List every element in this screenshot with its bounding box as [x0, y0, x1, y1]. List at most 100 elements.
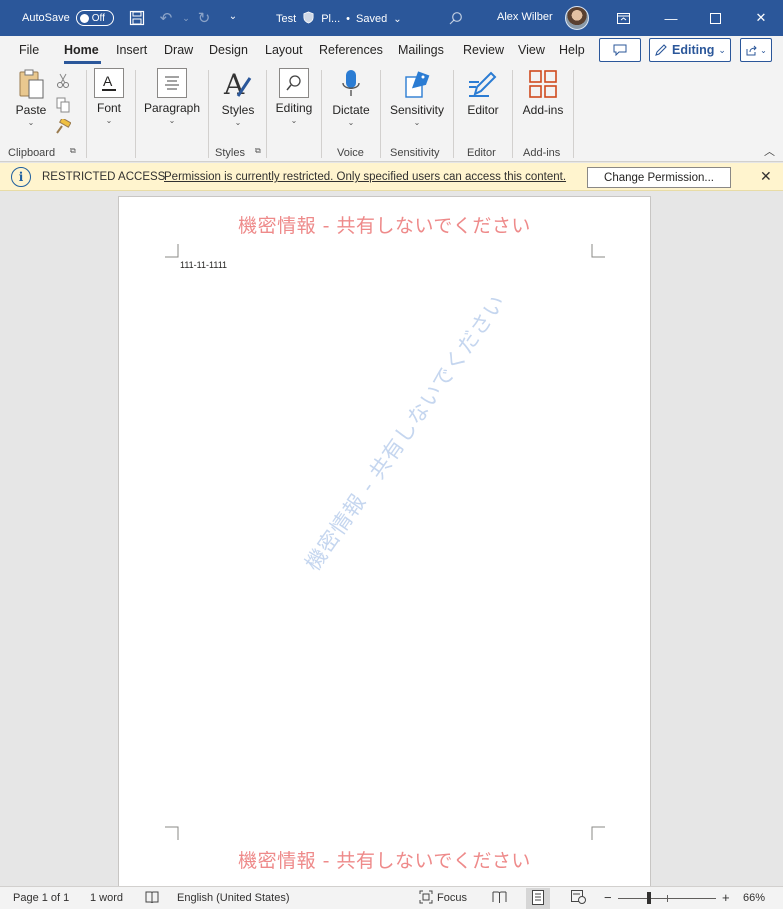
search-icon[interactable]: [446, 8, 466, 28]
voice-group: Dictate ⌄ Voice: [322, 66, 380, 162]
share-icon: [746, 45, 757, 55]
editing-button[interactable]: Editing ⌄: [273, 68, 315, 125]
font-icon: A: [94, 68, 124, 98]
tab-layout[interactable]: Layout: [265, 43, 303, 57]
paragraph-icon: [157, 68, 187, 98]
autosave-toggle[interactable]: Off: [75, 10, 114, 26]
document-page[interactable]: 機密情報 - 共有しないでください 111-11-1111 機密情報 - 共有し…: [118, 196, 651, 886]
cut-icon[interactable]: [54, 72, 72, 90]
format-painter-icon[interactable]: [54, 118, 72, 136]
document-canvas[interactable]: 機密情報 - 共有しないでください 111-11-1111 機密情報 - 共有し…: [0, 191, 783, 886]
chevron-down-icon: ⌄: [393, 13, 402, 25]
collapse-ribbon-icon[interactable]: ︿: [764, 143, 775, 159]
addins-icon: [527, 68, 559, 100]
bullet-icon: •: [346, 13, 350, 25]
customize-toolbar-icon[interactable]: ⌄: [223, 6, 243, 26]
tab-design[interactable]: Design: [209, 43, 248, 57]
pencil-icon: [655, 44, 667, 56]
svg-text:A: A: [223, 68, 245, 100]
tab-help[interactable]: Help: [559, 43, 585, 57]
word-count[interactable]: 1 word: [90, 892, 123, 904]
tab-file[interactable]: File: [19, 43, 39, 57]
crop-mark: [591, 244, 605, 258]
page-count[interactable]: Page 1 of 1: [13, 892, 69, 904]
chevron-down-icon: ⌄: [347, 118, 355, 127]
permission-message-link[interactable]: Permission is currently restricted. Only…: [164, 171, 566, 183]
addins-label: Add-ins: [522, 103, 564, 117]
editing-mode-button[interactable]: Editing ⌄: [649, 38, 731, 62]
diagonal-watermark: 機密情報 - 共有しないでください: [300, 289, 511, 576]
autosave-label: AutoSave: [22, 12, 70, 24]
change-permission-button[interactable]: Change Permission...: [587, 167, 731, 188]
chevron-down-icon: ⌄: [27, 118, 35, 127]
paragraph-label: Paragraph: [143, 101, 201, 115]
undo-dropdown-icon[interactable]: ⌄: [176, 8, 196, 28]
ribbon-display-options-icon[interactable]: [612, 8, 634, 28]
avatar[interactable]: [565, 6, 589, 30]
user-name[interactable]: Alex Wilber: [497, 11, 553, 23]
dictate-button[interactable]: Dictate ⌄: [329, 68, 373, 127]
print-layout-icon[interactable]: [532, 890, 544, 908]
tab-mailings[interactable]: Mailings: [398, 43, 444, 57]
tab-review[interactable]: Review: [463, 43, 504, 57]
chevron-down-icon: ⌄: [290, 116, 298, 125]
language[interactable]: English (United States): [177, 892, 290, 904]
paste-icon: [15, 68, 47, 100]
tab-insert[interactable]: Insert: [116, 43, 147, 57]
copy-icon[interactable]: [54, 96, 72, 114]
info-icon: i: [11, 167, 31, 187]
zoom-slider-thumb[interactable]: [647, 892, 651, 904]
addins-group-label: Add-ins: [523, 147, 561, 159]
zoom-level[interactable]: 66%: [743, 892, 765, 904]
zoom-in-button[interactable]: +: [722, 890, 730, 905]
save-status: Saved: [356, 13, 388, 25]
zoom-out-button[interactable]: −: [604, 890, 612, 905]
close-icon[interactable]: ✕: [750, 8, 772, 28]
comments-button[interactable]: [599, 38, 641, 62]
share-button[interactable]: ⌄: [740, 38, 772, 62]
group-separator: [573, 70, 574, 158]
shield-icon: [302, 11, 315, 27]
sensitivity-label: Pl...: [321, 13, 341, 25]
clipboard-group-label: Clipboard: [8, 147, 56, 159]
autosave-control[interactable]: AutoSave Off: [22, 10, 114, 26]
editor-button[interactable]: Editor: [462, 68, 504, 117]
editor-group: Editor Editor: [454, 66, 512, 162]
tab-references[interactable]: References: [319, 43, 383, 57]
editing-mode-label: Editing: [672, 43, 715, 57]
sensitivity-label: Sensitivity: [389, 103, 445, 117]
save-icon[interactable]: [127, 8, 147, 28]
focus-icon[interactable]: [419, 890, 433, 907]
font-button[interactable]: A Font ⌄: [92, 68, 126, 125]
paste-label: Paste: [15, 103, 47, 117]
focus-label[interactable]: Focus: [437, 892, 467, 904]
styles-button[interactable]: A Styles ⌄: [219, 68, 257, 127]
redo-icon[interactable]: ↻: [194, 8, 214, 28]
close-icon[interactable]: ✕: [760, 168, 772, 185]
editor-group-label: Editor: [467, 147, 496, 159]
minimize-icon[interactable]: —: [660, 8, 682, 28]
paragraph-button[interactable]: Paragraph ⌄: [143, 68, 201, 125]
read-mode-icon[interactable]: [492, 890, 507, 907]
tab-home[interactable]: Home: [64, 43, 99, 57]
tab-view[interactable]: View: [518, 43, 545, 57]
maximize-icon[interactable]: [704, 8, 726, 28]
undo-icon[interactable]: ↶: [156, 8, 176, 28]
toggle-knob: [79, 13, 89, 23]
doc-name: Test: [276, 13, 297, 25]
paste-button[interactable]: Paste ⌄: [11, 68, 51, 127]
message-title: RESTRICTED ACCESS: [42, 171, 166, 183]
autosave-state: Off: [91, 12, 105, 24]
dialog-launcher-icon[interactable]: ⧉: [255, 146, 261, 156]
styles-label: Styles: [221, 103, 255, 117]
proofing-icon[interactable]: [145, 890, 159, 907]
addins-button[interactable]: Add-ins: [521, 68, 565, 117]
web-layout-icon[interactable]: [571, 890, 586, 907]
dialog-launcher-icon[interactable]: ⧉: [70, 146, 76, 156]
body-text[interactable]: 111-11-1111: [180, 260, 227, 270]
document-title[interactable]: Test Pl... • Saved ⌄: [276, 11, 402, 27]
tab-draw[interactable]: Draw: [164, 43, 193, 57]
title-bar: AutoSave Off ↶ ⌄ ↻ ⌄ Test Pl... • Saved …: [0, 0, 783, 36]
microphone-icon: [335, 68, 367, 100]
sensitivity-button[interactable]: Sensitivity ⌄: [387, 68, 447, 127]
